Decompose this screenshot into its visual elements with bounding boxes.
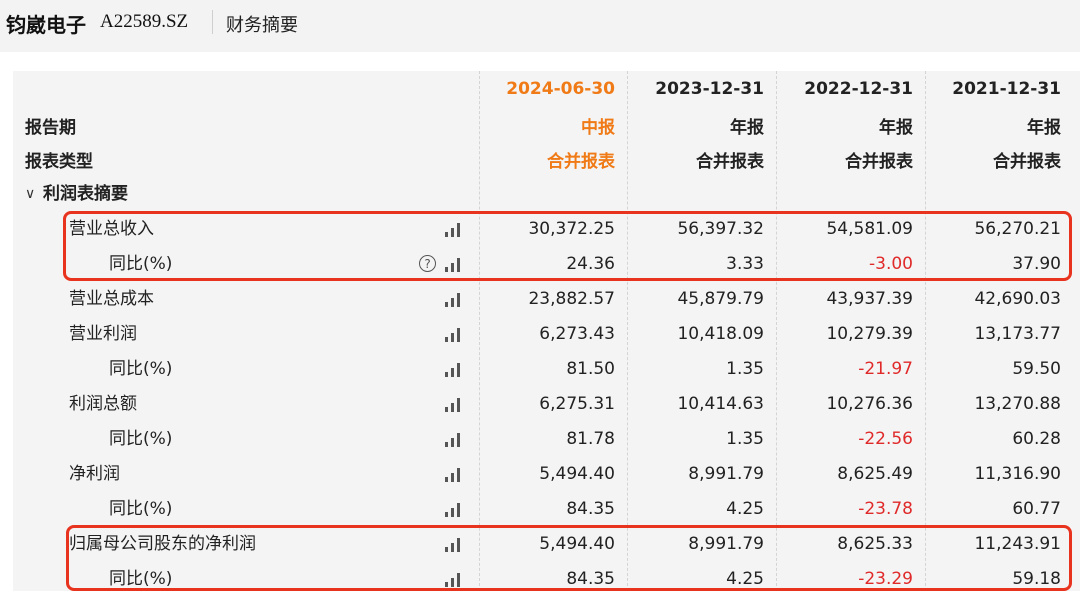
value-cell: -22.56 xyxy=(858,429,913,449)
column-type: 合并报表 xyxy=(993,152,1061,172)
period-label: 报告期 xyxy=(25,118,76,138)
value-cell: 59.50 xyxy=(1012,359,1061,379)
column-period: 中报 xyxy=(581,118,615,138)
section-title: 财务摘要 xyxy=(226,15,298,36)
value-cell: 8,625.49 xyxy=(837,464,913,484)
section-income-statement[interactable]: ∨ 利润表摘要 xyxy=(13,177,1080,212)
stock-code: A22589.SZ xyxy=(100,11,189,32)
header-divider xyxy=(212,10,213,34)
row-label: 营业利润 xyxy=(69,324,137,344)
bar-chart-icon[interactable] xyxy=(445,398,463,412)
value-cell: 4.25 xyxy=(726,499,764,519)
bar-chart-icon[interactable] xyxy=(445,363,463,377)
value-cell: 23,882.57 xyxy=(528,289,615,309)
bar-chart-icon[interactable] xyxy=(445,503,463,517)
column-period: 年报 xyxy=(879,118,913,138)
financial-summary-table: 报告期 报表类型 2024-06-30 中报 合并报表 2023-12-31 年… xyxy=(13,71,1080,591)
value-cell: 8,991.79 xyxy=(688,464,764,484)
column-type: 合并报表 xyxy=(547,152,615,172)
column-date[interactable]: 2021-12-31 xyxy=(921,79,1061,99)
table-row[interactable]: 同比(%) 84.35 4.25 -23.78 60.77 xyxy=(13,492,1080,527)
bar-chart-icon[interactable] xyxy=(445,433,463,447)
value-cell: 42,690.03 xyxy=(974,289,1061,309)
row-label: 营业总成本 xyxy=(69,289,154,309)
highlight-revenue xyxy=(63,211,1072,281)
column-date[interactable]: 2023-12-31 xyxy=(624,79,764,99)
table-row[interactable]: 净利润 5,494.40 8,991.79 8,625.49 11,316.90 xyxy=(13,457,1080,492)
row-label: 同比(%) xyxy=(109,429,173,449)
bar-chart-icon[interactable] xyxy=(445,328,463,342)
column-date[interactable]: 2022-12-31 xyxy=(773,79,913,99)
column-period: 年报 xyxy=(1027,118,1061,138)
row-label: 同比(%) xyxy=(109,359,173,379)
bar-chart-icon[interactable] xyxy=(445,293,463,307)
value-cell: -23.78 xyxy=(858,499,913,519)
value-cell: -21.97 xyxy=(858,359,913,379)
value-cell: 10,414.63 xyxy=(677,394,764,414)
value-cell: 10,418.09 xyxy=(677,324,764,344)
value-cell: 5,494.40 xyxy=(539,464,615,484)
table-row[interactable]: 同比(%) 81.50 1.35 -21.97 59.50 xyxy=(13,352,1080,387)
value-cell: 13,173.77 xyxy=(974,324,1061,344)
column-type: 合并报表 xyxy=(696,152,764,172)
chevron-down-icon[interactable]: ∨ xyxy=(25,186,35,202)
page-header: 钧崴电子 A22589.SZ 财务摘要 xyxy=(0,0,1080,52)
table-row[interactable]: 营业利润 6,273.43 10,418.09 10,279.39 13,173.77 xyxy=(13,317,1080,352)
column-date[interactable]: 2024-06-30 xyxy=(475,79,615,99)
row-label: 净利润 xyxy=(69,464,120,484)
row-label: 同比(%) xyxy=(109,499,173,519)
table-row[interactable]: 营业总成本 23,882.57 45,879.79 43,937.39 42,690.0… xyxy=(13,282,1080,317)
value-cell: 81.78 xyxy=(566,429,615,449)
value-cell: 10,276.36 xyxy=(826,394,913,414)
company-name[interactable]: 钧崴电子 xyxy=(6,9,86,38)
value-cell: 13,270.88 xyxy=(974,394,1061,414)
row-label: 利润总额 xyxy=(69,394,137,414)
value-cell: 84.35 xyxy=(566,499,615,519)
value-cell: 81.50 xyxy=(566,359,615,379)
spacer xyxy=(0,52,1080,71)
bar-chart-icon[interactable] xyxy=(445,468,463,482)
value-cell: 1.35 xyxy=(726,359,764,379)
value-cell: 6,275.31 xyxy=(539,394,615,414)
report-type-label: 报表类型 xyxy=(25,152,93,172)
value-cell: 60.28 xyxy=(1012,429,1061,449)
table-row[interactable]: 同比(%) 81.78 1.35 -22.56 60.28 xyxy=(13,422,1080,457)
value-cell: 60.77 xyxy=(1012,499,1061,519)
section-name: 利润表摘要 xyxy=(43,184,128,204)
value-cell: 1.35 xyxy=(726,429,764,449)
value-cell: 43,937.39 xyxy=(826,289,913,309)
value-cell: 45,879.79 xyxy=(677,289,764,309)
highlight-net-profit-parent xyxy=(66,525,1072,591)
column-type: 合并报表 xyxy=(845,152,913,172)
value-cell: 10,279.39 xyxy=(826,324,913,344)
table-row[interactable]: 利润总额 6,275.31 10,414.63 10,276.36 13,270.88 xyxy=(13,387,1080,422)
value-cell: 6,273.43 xyxy=(539,324,615,344)
column-period: 年报 xyxy=(730,118,764,138)
value-cell: 11,316.90 xyxy=(974,464,1061,484)
